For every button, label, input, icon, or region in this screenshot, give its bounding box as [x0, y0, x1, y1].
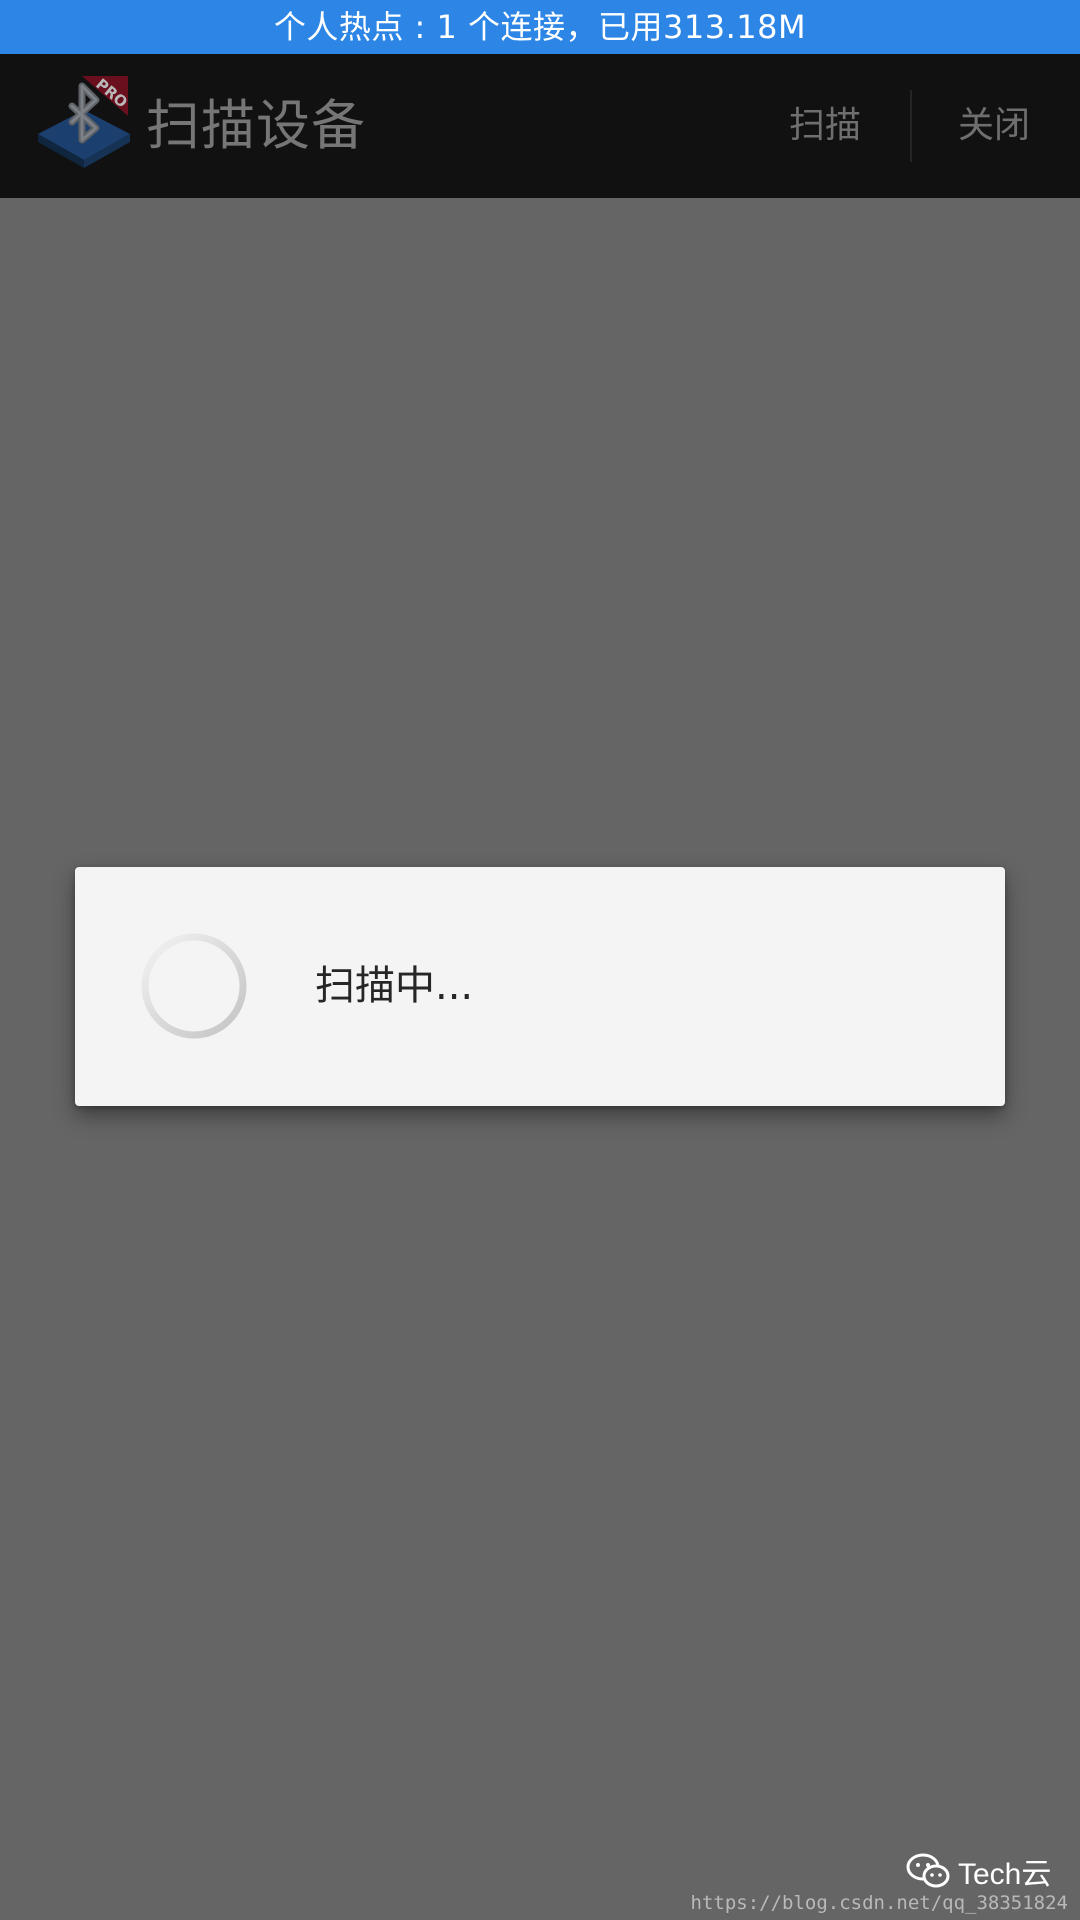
status-bar: 个人热点 : 1 个连接，已用313.18M — [0, 0, 1080, 54]
watermark-brand-text: Tech云 — [958, 1858, 1052, 1891]
scanning-progress-dialog: 扫描中... — [75, 867, 1005, 1106]
bluetooth-pro-logo-icon: PRO — [38, 76, 131, 168]
close-button[interactable]: 关闭 — [958, 54, 1030, 198]
watermark-url: https://blog.csdn.net/qq_38351824 — [690, 1892, 1069, 1914]
watermark-brand: Tech云 — [906, 1850, 1051, 1892]
app-title: 扫描设备 — [146, 94, 366, 157]
hotspot-status-text: 个人热点 : 1 个连接，已用313.18M — [273, 8, 807, 46]
scan-button[interactable]: 扫描 — [789, 54, 861, 198]
app-bar: PRO 扫描设备 扫描 关闭 — [0, 54, 1080, 200]
screen: 个人热点 : 1 个连接，已用313.18M PRO 扫描设备 扫描 关闭 扫描… — [0, 0, 1080, 1920]
loading-spinner-icon — [141, 933, 247, 1039]
action-divider — [910, 90, 912, 162]
dialog-message: 扫描中... — [315, 963, 474, 1009]
wechat-icon — [906, 1853, 950, 1888]
